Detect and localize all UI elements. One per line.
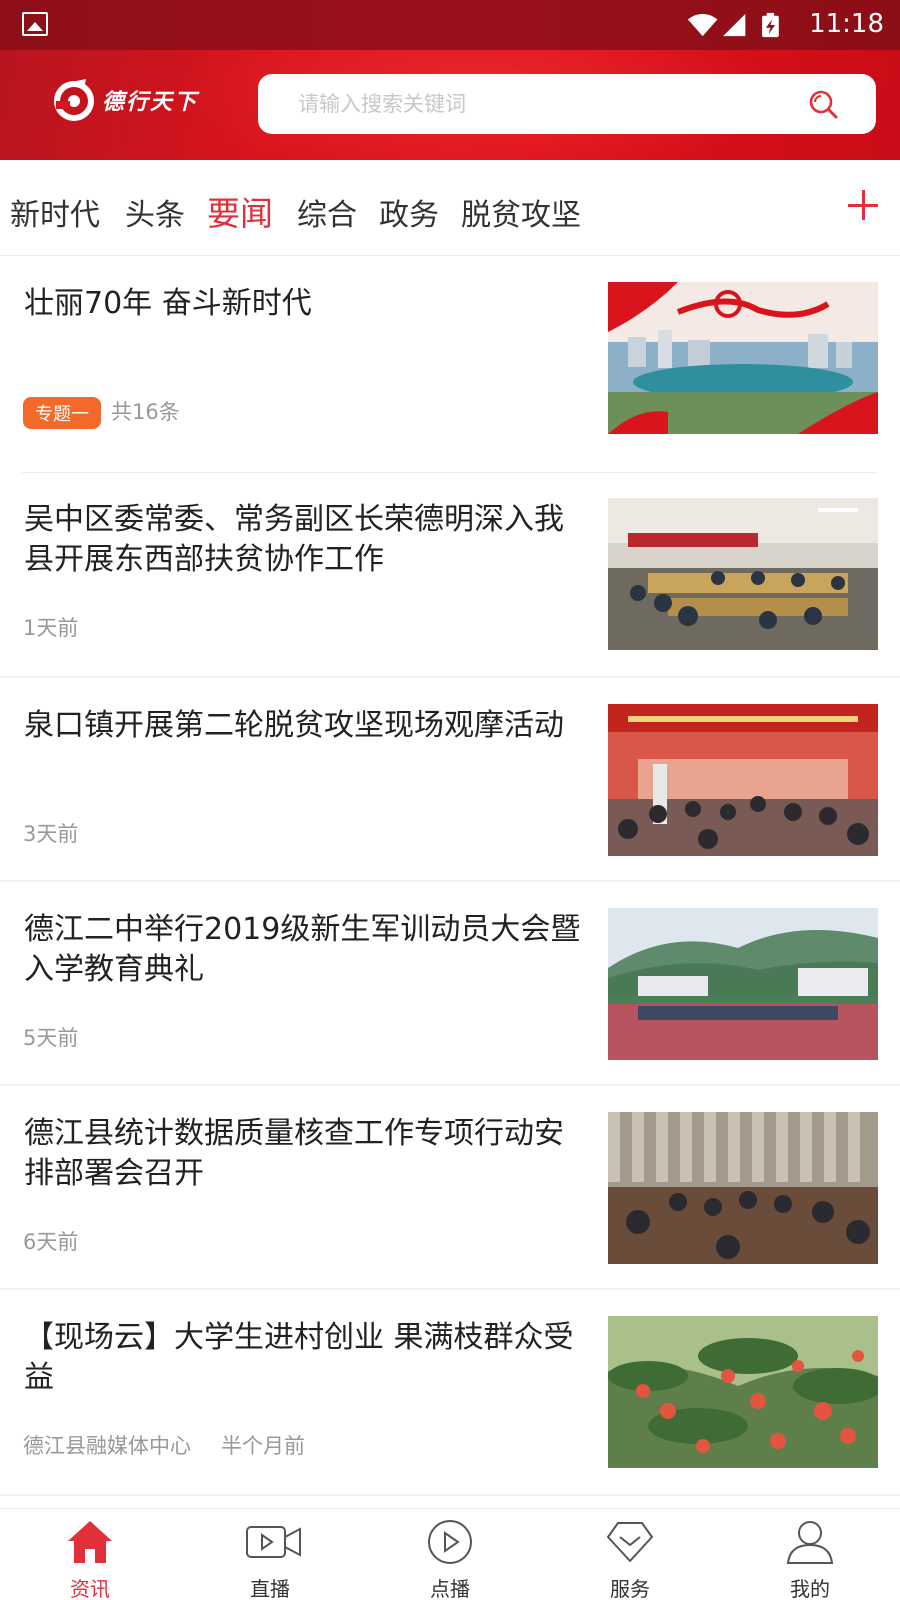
tab-yaowen[interactable]: 要闻 (207, 187, 273, 235)
search-icon[interactable] (808, 89, 838, 119)
tab-tuopin[interactable]: 脱贫攻坚 (461, 190, 581, 234)
nav-item-service[interactable]: 服务 (570, 1509, 690, 1600)
nav-item-vod[interactable]: 点播 (390, 1509, 510, 1600)
news-thumbnail (608, 282, 878, 434)
battery-charging-icon (762, 12, 779, 38)
search-input[interactable] (298, 92, 798, 116)
news-meta: 6天前 (23, 1230, 79, 1254)
news-time: 半个月前 (221, 1434, 305, 1458)
status-bar: 11:18 (0, 0, 900, 50)
news-title: 吴中区委常委、常务副区长荣德明深入我县开展东西部扶贫协作工作 (24, 502, 564, 577)
status-icons (687, 12, 779, 38)
news-meta: 德江县融媒体中心 半个月前 (23, 1430, 305, 1460)
divider (0, 1494, 900, 1496)
nav-label: 点播 (430, 1577, 470, 1600)
list-item[interactable]: 壮丽70年 奋斗新时代 专题一 共16条 (0, 256, 900, 460)
app-header: 德行天下 (0, 50, 900, 160)
wifi-icon (687, 13, 718, 37)
topic-badge: 专题一 (23, 397, 101, 429)
news-title: 德江县统计数据质量核查工作专项行动安排部署会召开 (24, 1116, 564, 1191)
list-item[interactable]: 吴中区委常委、常务副区长荣德明深入我县开展东西部扶贫协作工作 1天前 (0, 472, 900, 676)
news-thumbnail (608, 908, 878, 1060)
news-title: 德江二中举行2019级新生军训动员大会暨入学教育典礼 (24, 912, 581, 987)
user-icon (786, 1521, 834, 1564)
channel-tabs: 新时代 头条 要闻 综合 政务 脱贫攻坚 (0, 160, 900, 256)
count-text: 共16条 (111, 400, 180, 424)
news-title: 泉口镇开展第二轮脱贫攻坚现场观摩活动 (24, 708, 564, 743)
app-logo: 德行天下 (50, 70, 198, 130)
home-icon (68, 1521, 112, 1563)
search-box[interactable] (258, 74, 876, 134)
news-source: 德江县融媒体中心 (23, 1434, 191, 1458)
image-icon (22, 12, 48, 36)
status-time: 11:18 (809, 9, 884, 39)
nav-label: 资讯 (70, 1577, 110, 1600)
nav-label: 直播 (250, 1577, 290, 1600)
heart-service-icon (607, 1522, 653, 1562)
signal-icon (723, 13, 746, 37)
bottom-nav: 资讯 直播 点播 服务 我的 (0, 1508, 900, 1600)
list-item[interactable]: 泉口镇开展第二轮脱贫攻坚现场观摩活动 3天前 (0, 678, 900, 882)
news-title: 【现场云】大学生进村创业 果满枝群众受益 (24, 1320, 574, 1395)
tab-zonghe[interactable]: 综合 (297, 190, 357, 234)
logo-mark-icon (54, 79, 94, 121)
nav-label: 服务 (610, 1577, 650, 1600)
news-meta: 专题一 共16条 (23, 396, 180, 429)
news-thumbnail (608, 1112, 878, 1264)
nav-item-news[interactable]: 资讯 (30, 1509, 150, 1600)
nav-item-mine[interactable]: 我的 (750, 1509, 870, 1600)
list-item[interactable]: 德江二中举行2019级新生军训动员大会暨入学教育典礼 5天前 (0, 882, 900, 1086)
play-circle-icon (428, 1520, 472, 1564)
news-thumbnail (608, 498, 878, 650)
news-meta: 1天前 (23, 616, 79, 640)
news-meta: 3天前 (23, 822, 79, 846)
news-meta: 5天前 (23, 1026, 79, 1050)
tab-toutiao[interactable]: 头条 (125, 190, 185, 234)
list-item[interactable]: 【现场云】大学生进村创业 果满枝群众受益 德江县融媒体中心 半个月前 (0, 1290, 900, 1494)
news-thumbnail (608, 1316, 878, 1468)
logo-text: 德行天下 (102, 89, 199, 115)
list-item[interactable]: 德江县统计数据质量核查工作专项行动安排部署会召开 6天前 (0, 1086, 900, 1290)
news-thumbnail (608, 704, 878, 856)
video-camera-icon (246, 1526, 301, 1558)
plus-icon[interactable] (848, 188, 882, 222)
news-title: 壮丽70年 奋斗新时代 (24, 286, 312, 321)
tab-xinshidai[interactable]: 新时代 (10, 190, 100, 234)
tab-zhengwu[interactable]: 政务 (379, 190, 439, 234)
nav-label: 我的 (790, 1577, 830, 1600)
nav-item-live[interactable]: 直播 (210, 1509, 330, 1600)
